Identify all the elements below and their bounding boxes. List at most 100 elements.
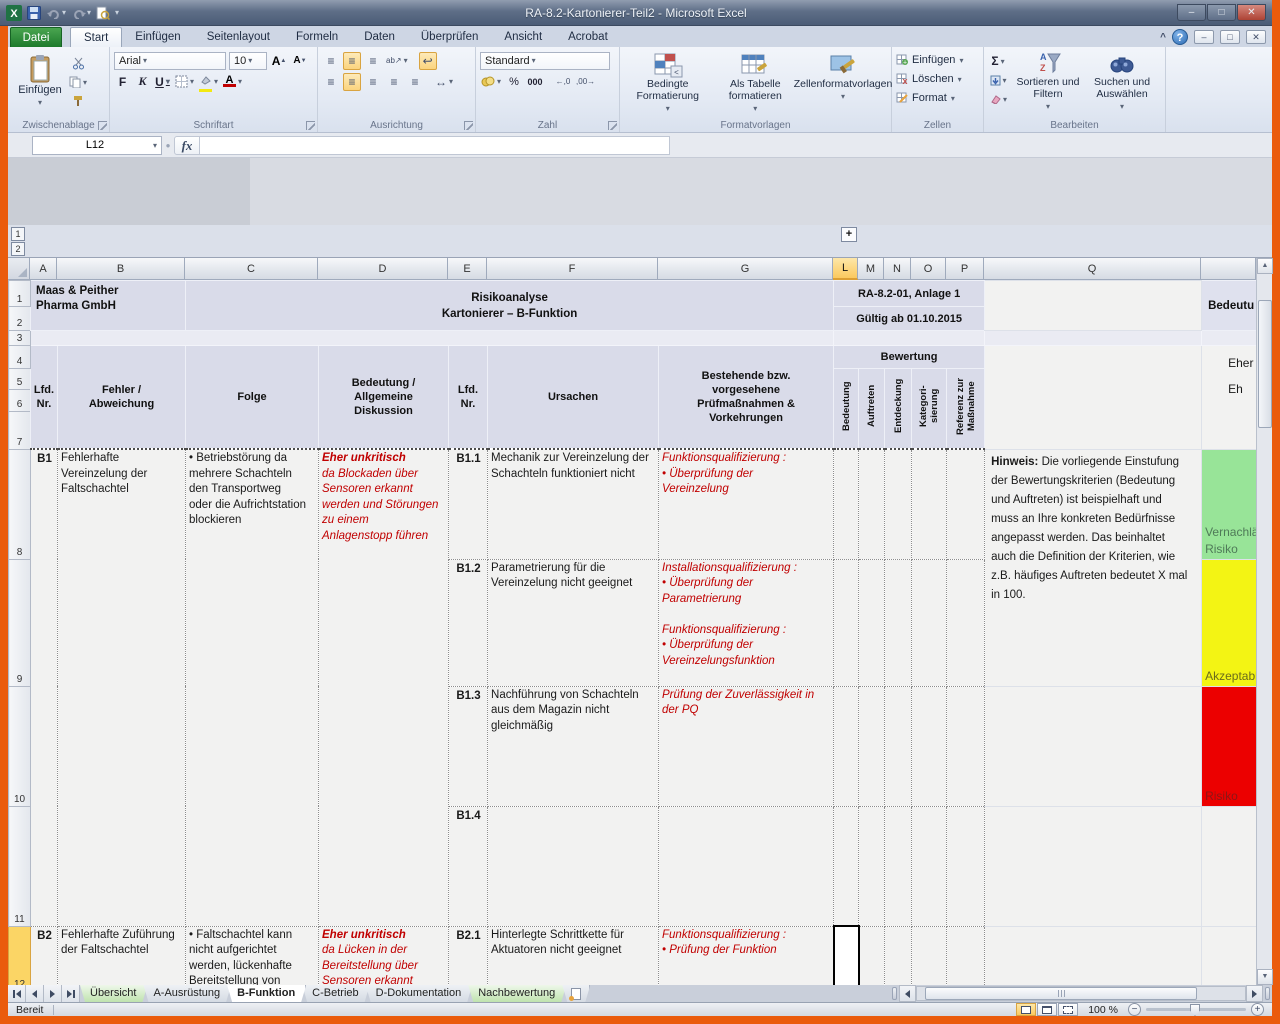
- percent-style-button[interactable]: %: [505, 73, 523, 91]
- row-header-12-selected[interactable]: 12: [9, 926, 31, 985]
- cell-b8[interactable]: Fehlerhafte Vereinzelung der Faltschacht…: [58, 449, 186, 926]
- ribbon-collapse-icon[interactable]: ^: [1160, 32, 1166, 43]
- cell-g10[interactable]: Prüfung der Zuverlässigkeit in der PQ: [659, 686, 834, 806]
- decrease-indent-button[interactable]: ≡: [385, 73, 403, 91]
- clear-button[interactable]: [988, 90, 1008, 108]
- autosum-button[interactable]: Σ: [988, 52, 1008, 70]
- header-fehler[interactable]: Fehler / Abweichung: [58, 346, 186, 450]
- accounting-format-button[interactable]: [480, 73, 502, 91]
- copy-button[interactable]: [68, 73, 88, 91]
- cell-e10-b13[interactable]: B1.3: [449, 686, 488, 806]
- view-page-layout-button[interactable]: [1037, 1003, 1057, 1016]
- cell-row3-q[interactable]: [985, 331, 1202, 346]
- col-header-c[interactable]: C: [185, 258, 318, 280]
- row-header-9[interactable]: 9: [9, 559, 31, 686]
- outline-level-1-button[interactable]: 1: [11, 227, 25, 241]
- header-bewertung[interactable]: Bewertung: [834, 346, 985, 369]
- fill-color-button[interactable]: [198, 73, 219, 91]
- cell-m12[interactable]: [859, 926, 885, 985]
- col-header-o[interactable]: O: [911, 258, 946, 280]
- header-folge[interactable]: Folge: [186, 346, 319, 450]
- view-page-break-button[interactable]: [1058, 1003, 1078, 1016]
- redo-dropdown-icon[interactable]: ▾: [87, 8, 91, 17]
- row-header-10[interactable]: 10: [9, 686, 31, 806]
- cell-f12[interactable]: Hinterlegte Schrittkette für Aktuatoren …: [488, 926, 659, 985]
- cell-o9[interactable]: [912, 559, 947, 686]
- next-sheet-button[interactable]: [44, 985, 62, 1002]
- cell-sheet-title[interactable]: Risikoanalyse Kartonierer – B-Funktion: [186, 281, 834, 331]
- cell-d8[interactable]: Eher unkritischda Blockaden über Sensore…: [319, 449, 449, 926]
- cell-e12-b21[interactable]: B2.1: [449, 926, 488, 985]
- col-header-r-partial[interactable]: [1201, 258, 1256, 280]
- sort-filter-button[interactable]: AZ Sortieren und Filtern: [1011, 50, 1085, 117]
- print-preview-button[interactable]: [96, 6, 110, 20]
- save-button[interactable]: [27, 6, 41, 20]
- row-header-6[interactable]: 6: [9, 390, 31, 411]
- sheet-tab-d-dokumentation[interactable]: D-Dokumentation: [366, 985, 473, 1002]
- zoom-slider[interactable]: [1146, 1008, 1246, 1011]
- cell-m9[interactable]: [859, 559, 885, 686]
- cut-button[interactable]: [68, 54, 88, 72]
- formula-input[interactable]: [200, 136, 670, 155]
- cell-e9-b12[interactable]: B1.2: [449, 559, 488, 686]
- increase-indent-button[interactable]: ≡: [406, 73, 424, 91]
- row-header-7[interactable]: 7: [9, 411, 31, 449]
- clipboard-dialog-launcher[interactable]: [98, 121, 107, 130]
- orientation-button[interactable]: ab↗: [385, 52, 409, 70]
- cell-p11[interactable]: [947, 806, 985, 926]
- sheet-tab-b-funktion-active[interactable]: B-Funktion: [227, 985, 306, 1002]
- name-box[interactable]: L12: [32, 136, 162, 155]
- excel-app-icon[interactable]: X: [6, 5, 22, 21]
- undo-dropdown-icon[interactable]: ▾: [62, 8, 66, 17]
- cell-e8-b11[interactable]: B1.1: [449, 449, 488, 559]
- cell-l8[interactable]: [834, 449, 859, 559]
- cell-bedeutung-partial[interactable]: Bedeutu: [1202, 281, 1256, 331]
- row-header-1[interactable]: 1: [9, 281, 31, 307]
- row-header-4[interactable]: 4: [9, 346, 31, 369]
- cell-l10[interactable]: [834, 686, 859, 806]
- header-ursachen[interactable]: Ursachen: [488, 346, 659, 450]
- row-header-8[interactable]: 8: [9, 449, 31, 559]
- paste-button[interactable]: Einfügen: [12, 50, 68, 116]
- cell-d12[interactable]: Eher unkritischda Lücken in der Bereitst…: [319, 926, 449, 985]
- cell-n11[interactable]: [885, 806, 912, 926]
- cell-n9[interactable]: [885, 559, 912, 686]
- insert-worksheet-button[interactable]: [562, 985, 590, 1002]
- font-color-button[interactable]: A: [222, 73, 243, 91]
- col-header-n[interactable]: N: [884, 258, 911, 280]
- qat-customize-icon[interactable]: ▾: [115, 8, 119, 17]
- align-bottom-button[interactable]: ≡: [364, 52, 382, 70]
- tab-einfuegen[interactable]: Einfügen: [122, 27, 193, 47]
- tab-start[interactable]: Start: [70, 27, 122, 47]
- cell-c12[interactable]: • Faltschachtel kann nicht aufgerichtet …: [186, 926, 319, 985]
- font-name-select[interactable]: Arial: [114, 52, 226, 70]
- font-dialog-launcher[interactable]: [306, 121, 315, 130]
- row-header-5[interactable]: 5: [9, 369, 31, 390]
- wrap-text-button[interactable]: ↩: [419, 52, 437, 70]
- cell-q12[interactable]: [985, 926, 1202, 985]
- delete-cells-button[interactable]: xLöschen: [896, 69, 979, 88]
- horizontal-scrollbar[interactable]: [916, 986, 1246, 1001]
- number-dialog-launcher[interactable]: [608, 121, 617, 130]
- zoom-slider-thumb[interactable]: [1190, 1004, 1200, 1016]
- cell-f9[interactable]: Parametrierung für die Vereinzelung nich…: [488, 559, 659, 686]
- format-cells-button[interactable]: Format: [896, 88, 979, 107]
- cell-o12[interactable]: [912, 926, 947, 985]
- cell-a12-b2[interactable]: B2: [31, 926, 58, 985]
- tab-ueberpruefen[interactable]: Überprüfen: [408, 27, 492, 47]
- cell-styles-button[interactable]: Zellenformatvorlagen: [799, 50, 887, 117]
- vertical-scroll-thumb[interactable]: [1258, 300, 1272, 428]
- outline-expand-button[interactable]: +: [841, 227, 857, 242]
- number-format-select[interactable]: Standard: [480, 52, 610, 70]
- cell-q10[interactable]: [985, 686, 1202, 806]
- cell-q4-7[interactable]: [985, 346, 1202, 450]
- redo-button[interactable]: ▾: [71, 7, 91, 19]
- increase-decimal-button[interactable]: ←,0: [554, 73, 572, 91]
- cell-f10[interactable]: Nachführung von Schachteln aus dem Magaz…: [488, 686, 659, 806]
- row-header-2[interactable]: 2: [9, 307, 31, 331]
- last-sheet-button[interactable]: [62, 985, 80, 1002]
- zoom-level[interactable]: 100 %: [1088, 1004, 1118, 1016]
- tab-datei[interactable]: Datei: [10, 27, 62, 47]
- workbook-minimize-button[interactable]: –: [1194, 30, 1214, 44]
- cell-g11[interactable]: [659, 806, 834, 926]
